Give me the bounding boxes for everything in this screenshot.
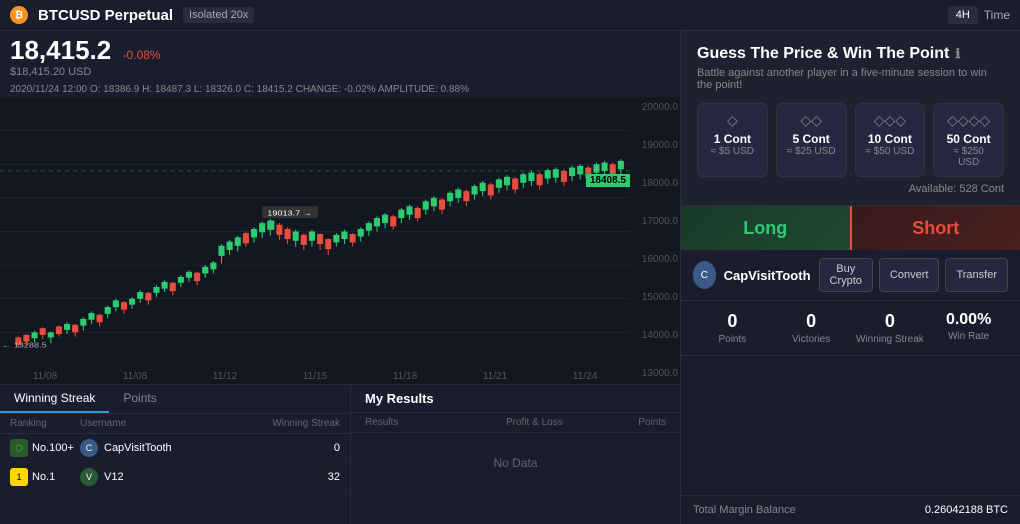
svg-text:19013.7 →: 19013.7 → — [267, 208, 312, 217]
margin-label: Total Margin Balance — [693, 504, 796, 516]
win-rate-value: 0.00% — [929, 311, 1008, 329]
bet-diamond-3: ◇◇◇◇ — [942, 112, 995, 129]
victories-value: 0 — [772, 311, 851, 332]
user-name-cell-0: C CapVisitTooth — [80, 439, 260, 457]
chart-area: 18,415.2 -0.08% $18,415.20 USD 2020/11/2… — [0, 31, 680, 524]
buy-crypto-button[interactable]: Buy Crypto — [819, 258, 873, 292]
tab-points[interactable]: Points — [109, 385, 170, 413]
results-table-header: Results Profit & Loss Points — [351, 413, 680, 433]
bet-usd-1: ≈ $25 USD — [785, 146, 838, 157]
user-actions: Buy Crypto Convert Transfer — [819, 258, 1008, 292]
table-row: 1 No.1 V V12 32 — [0, 463, 350, 492]
table-row: ⬡ No.100+ C CapVisitTooth 0 — [0, 434, 350, 463]
username-label: CapVisitTooth — [724, 268, 811, 283]
pair-title: BTCUSD Perpetual — [38, 7, 173, 24]
no-data-label: No Data — [351, 433, 680, 493]
rank-badge-1: 1 No.1 — [10, 468, 80, 486]
streak-value-0: 0 — [260, 442, 340, 454]
bottom-section: Winning Streak Points Ranking Username W… — [0, 384, 680, 524]
main-layout: 18,415.2 -0.08% $18,415.20 USD 2020/11/2… — [0, 31, 1020, 524]
bet-diamond-1: ◇◇ — [785, 112, 838, 129]
victories-label: Victories — [772, 334, 851, 345]
game-subtitle: Battle against another player in a five-… — [697, 67, 1004, 91]
bet-card-50cont[interactable]: ◇◇◇◇ 50 Cont ≈ $250 USD — [933, 103, 1004, 177]
bet-card-10cont[interactable]: ◇◇◇ 10 Cont ≈ $50 USD — [855, 103, 926, 177]
user-name-cell-1: V V12 — [80, 468, 260, 486]
stat-points: 0 Points — [693, 311, 772, 345]
stats-row: 0 Points 0 Victories 0 Winning Streak 0.… — [681, 301, 1020, 356]
long-short-bar: Long Short — [681, 206, 1020, 250]
bet-usd-0: ≈ $5 USD — [706, 146, 759, 157]
bet-amount-0: 1 Cont — [706, 132, 759, 146]
x-axis-labels: 11/08 11/08 11/12 11/15 11/18 11/21 11/2… — [0, 371, 630, 382]
win-rate-label: Win Rate — [929, 331, 1008, 342]
time-selector: 4H Time — [948, 6, 1010, 24]
bet-card-1cont[interactable]: ◇ 1 Cont ≈ $5 USD — [697, 103, 768, 177]
rank-badge-100: ⬡ No.100+ — [10, 439, 80, 457]
leaderboard-header: Ranking Username Winning Streak — [0, 414, 350, 434]
current-price-tag: 18408.5 — [586, 174, 630, 187]
price-usd: $18,415.20 USD — [10, 66, 670, 78]
user-mini-avatar-1: V — [80, 468, 98, 486]
stat-victories: 0 Victories — [772, 311, 851, 345]
bet-diamond-0: ◇ — [706, 112, 759, 129]
user-avatar: C — [693, 261, 716, 289]
user-row: C CapVisitTooth Buy Crypto Convert Trans… — [681, 250, 1020, 301]
streak-value-1: 32 — [260, 471, 340, 483]
long-button[interactable]: Long — [681, 206, 850, 250]
bet-usd-3: ≈ $250 USD — [942, 146, 995, 168]
user-mini-avatar-0: C — [80, 439, 98, 457]
leaderboard-tabs: Winning Streak Points — [0, 385, 350, 414]
timeframe-button[interactable]: 4H — [948, 6, 978, 24]
bet-options: ◇ 1 Cont ≈ $5 USD ◇◇ 5 Cont ≈ $25 USD ◇◇… — [697, 103, 1004, 177]
short-button[interactable]: Short — [850, 206, 1020, 250]
ohlc-data: 2020/11/24 12:00 O: 18386.9 H: 18487.3 L… — [10, 84, 469, 95]
available-cont: Available: 528 Cont — [697, 183, 1004, 195]
margin-bar: Total Margin Balance 0.26042188 BTC — [681, 495, 1020, 524]
rank-icon-100: ⬡ — [10, 439, 28, 457]
bet-amount-1: 5 Cont — [785, 132, 838, 146]
game-section: Guess The Price & Win The Point ℹ Battle… — [681, 31, 1020, 206]
points-label: Points — [693, 334, 772, 345]
game-title-text: Guess The Price & Win The Point — [697, 45, 949, 63]
current-price: 18,415.2 — [10, 35, 111, 65]
bet-usd-2: ≈ $50 USD — [864, 146, 917, 157]
leaderboard-panel: Winning Streak Points Ranking Username W… — [0, 385, 350, 524]
winning-streak-label: Winning Streak — [851, 334, 930, 345]
y-axis-labels: 20000.0 19000.0 18000.0 17000.0 16000.0 … — [642, 97, 678, 384]
game-title: Guess The Price & Win The Point ℹ — [697, 45, 1004, 63]
bet-card-5cont[interactable]: ◇◇ 5 Cont ≈ $25 USD — [776, 103, 847, 177]
svg-text:← 13288.5: ← 13288.5 — [2, 340, 47, 349]
top-bar: ₿ BTCUSD Perpetual Isolated 20x 4H Time — [0, 0, 1020, 31]
winning-streak-value: 0 — [851, 311, 930, 332]
margin-mode-badge: Isolated 20x — [183, 7, 254, 23]
right-panel: Guess The Price & Win The Point ℹ Battle… — [680, 31, 1020, 524]
transfer-button[interactable]: Transfer — [945, 258, 1008, 292]
chart-canvas[interactable]: 19013.7 → ← 13288.5 18408.5 20000.0 1900… — [0, 97, 680, 384]
ohlc-bar: 2020/11/24 12:00 O: 18386.9 H: 18487.3 L… — [0, 82, 680, 97]
bet-amount-2: 10 Cont — [864, 132, 917, 146]
bet-diamond-2: ◇◇◇ — [864, 112, 917, 129]
btc-icon: ₿ — [10, 6, 28, 24]
price-header: 18,415.2 -0.08% $18,415.20 USD — [0, 31, 680, 82]
tab-winning-streak[interactable]: Winning Streak — [0, 385, 109, 413]
stat-winning-streak: 0 Winning Streak — [851, 311, 930, 345]
points-value: 0 — [693, 311, 772, 332]
candlestick-chart: 19013.7 → ← 13288.5 — [0, 97, 630, 366]
rank-icon-1: 1 — [10, 468, 28, 486]
stat-win-rate: 0.00% Win Rate — [929, 311, 1008, 345]
time-label: Time — [984, 8, 1010, 22]
bet-amount-3: 50 Cont — [942, 132, 995, 146]
convert-button[interactable]: Convert — [879, 258, 940, 292]
my-results-panel: My Results Results Profit & Loss Points … — [350, 385, 680, 524]
info-icon[interactable]: ℹ — [955, 46, 960, 62]
my-results-title: My Results — [351, 385, 680, 413]
margin-value: 0.26042188 BTC — [925, 504, 1008, 516]
price-change: -0.08% — [123, 48, 161, 62]
